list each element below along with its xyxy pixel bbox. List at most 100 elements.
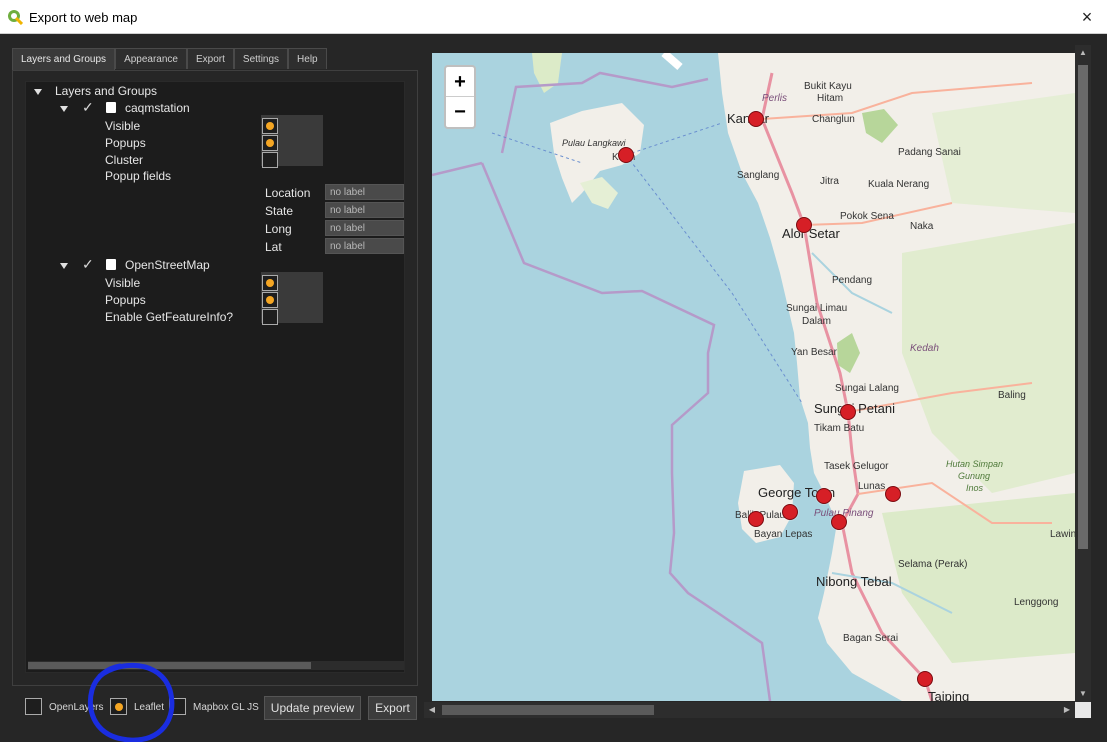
map-basemap [432,53,1075,701]
mapbox-label: Mapbox GL JS [193,702,259,713]
layer-name-openstreetmap: OpenStreetMap [125,258,210,272]
place-label: Taiping [928,689,970,701]
popup-field-state-select[interactable]: no label [325,202,404,218]
scrollbar-thumb[interactable] [28,662,311,669]
place-label: Bagan Serai [843,633,899,644]
place-label: Pendang [832,275,873,286]
place-label: Bayan Lepas [754,529,813,540]
popup-field-long-label: Long [265,222,292,236]
tab-settings[interactable]: Settings [233,48,289,69]
place-label: Gunung [958,471,991,481]
place-label: Bukit Kayu [804,81,852,92]
scroll-up-icon[interactable]: ▲ [1078,48,1088,58]
visible-checkbox[interactable] [262,275,278,291]
scroll-down-icon[interactable]: ▼ [1078,689,1088,699]
station-marker[interactable] [782,504,798,520]
check-icon[interactable]: ✓ [82,256,94,273]
openlayers-label: OpenLayers [49,702,104,713]
place-label: Changlun [812,114,855,125]
place-label: Tikam Batu [814,423,865,434]
vector-layer-icon [106,102,116,113]
popup-field-long-select[interactable]: no label [325,220,404,236]
station-marker[interactable] [816,488,832,504]
expand-root-icon[interactable] [34,89,42,95]
zoom-in-button[interactable]: + [446,67,474,97]
popup-field-location-select[interactable]: no label [325,184,404,200]
station-marker[interactable] [748,111,764,127]
scroll-left-icon[interactable]: ◀ [427,705,437,715]
place-label: Kuala Nerang [868,179,930,190]
tab-appearance[interactable]: Appearance [115,48,187,69]
cluster-checkbox[interactable] [262,152,278,168]
zoom-control: + − [444,65,476,129]
place-label: Lawin [1050,529,1075,540]
map-vertical-scrollbar[interactable]: ▲ ▼ [1075,45,1091,702]
place-label: Sungai Limau [786,303,848,314]
tab-export[interactable]: Export [187,48,234,69]
place-label: Padang Sanai [898,147,961,158]
scrollbar-thumb[interactable] [1078,65,1088,549]
popup-field-state-label: State [265,204,294,218]
export-dialog: Export to web map × Layers and Groups Ap… [0,0,1107,742]
option-popup-fields-label: Popup fields [105,169,172,183]
scrollbar-thumb[interactable] [442,705,654,715]
place-label: Baling [998,390,1026,401]
scroll-corner [1075,702,1091,718]
station-marker[interactable] [885,486,901,502]
check-icon[interactable]: ✓ [82,99,94,116]
place-label: Pulau Langkawi [562,138,626,148]
popups-checkbox[interactable] [262,292,278,308]
station-marker[interactable] [748,511,764,527]
place-label: Yan Besar [791,347,837,358]
place-label: Inos [966,483,984,493]
export-button[interactable]: Export [368,696,417,720]
station-marker[interactable] [840,404,856,420]
option-popups-label: Popups [105,136,146,150]
place-label: Tasek Gelugor [824,461,889,472]
place-label: Dalam [802,316,831,327]
station-marker[interactable] [796,217,812,233]
popup-field-lat-label: Lat [265,240,282,254]
qgis-logo-icon [8,10,23,25]
place-label: Selama (Perak) [898,559,968,570]
getfeatureinfo-checkbox[interactable] [262,309,278,325]
option-popups-label: Popups [105,293,146,307]
popups-checkbox[interactable] [262,135,278,151]
station-marker[interactable] [831,514,847,530]
layer-name-caqmstation: caqmstation [125,101,190,115]
update-preview-button[interactable]: Update preview [264,696,361,720]
map-horizontal-scrollbar[interactable]: ◀ ▶ [424,702,1075,718]
expand-layer-caqmstation-icon[interactable] [60,106,68,112]
place-label: Naka [910,221,934,232]
bottom-bar: OpenLayers Leaflet Mapbox GL JS Update p… [18,694,422,722]
close-button[interactable]: × [1077,7,1097,27]
tab-help[interactable]: Help [288,48,327,69]
place-label: Perlis [762,93,788,104]
popup-field-lat-select[interactable]: no label [325,238,404,254]
tab-layers-and-groups[interactable]: Layers and Groups [12,48,116,71]
scroll-right-icon[interactable]: ▶ [1062,705,1072,715]
popup-field-location-label: Location [265,186,311,200]
place-label: Kedah [910,343,939,354]
tab-bar: Layers and Groups Appearance Export Sett… [12,48,327,71]
place-label: Hitam [817,93,844,104]
map-preview[interactable]: + − Bukit KayuHitamPerlisKangarChanglunP… [432,53,1075,701]
option-visible-label: Visible [105,276,141,290]
expand-layer-osm-icon[interactable] [60,263,68,269]
tab-body: Layers and Groups ✓ caqmstation Visible … [12,70,418,686]
visible-checkbox[interactable] [262,118,278,134]
mapbox-checkbox[interactable] [169,698,186,715]
openlayers-checkbox[interactable] [25,698,42,715]
station-marker[interactable] [917,671,933,687]
place-label: Pokok Sena [840,211,894,222]
place-label: Hutan Simpan [946,459,1004,469]
zoom-out-button[interactable]: − [446,97,474,127]
leaflet-checkbox[interactable] [110,698,127,715]
tree-root-label: Layers and Groups [55,84,158,98]
title-bar: Export to web map × [0,0,1107,34]
layers-tree: Layers and Groups ✓ caqmstation Visible … [25,81,405,673]
tree-horizontal-scrollbar[interactable] [28,661,404,670]
station-marker[interactable] [618,147,634,163]
place-label: Jitra [820,176,839,187]
option-cluster-label: Cluster [105,153,144,167]
